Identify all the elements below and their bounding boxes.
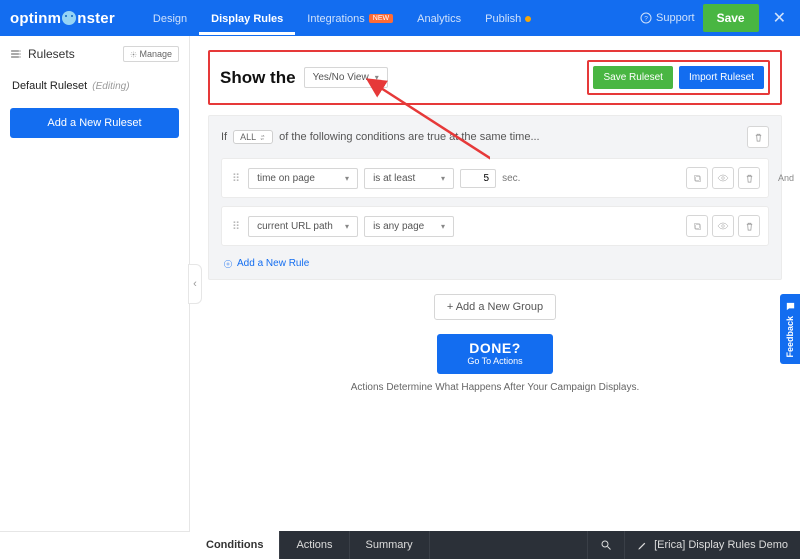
logo: optinmnster — [8, 10, 115, 27]
and-label: And — [778, 173, 794, 183]
plus-circle-icon — [223, 259, 233, 269]
eye-icon — [717, 220, 729, 232]
rule1-field-select[interactable]: time on page▾ — [248, 168, 358, 189]
new-badge: NEW — [369, 14, 393, 23]
bottom-tab-conditions[interactable]: Conditions — [190, 531, 280, 559]
bottom-tab-actions[interactable]: Actions — [280, 531, 349, 559]
if-label: If — [221, 131, 227, 143]
save-ruleset-button[interactable]: Save Ruleset — [593, 66, 672, 89]
sidebar-collapse-handle[interactable]: ‹ — [188, 264, 202, 304]
tab-analytics[interactable]: Analytics — [405, 3, 473, 34]
tab-publish[interactable]: Publish — [473, 3, 543, 34]
rule-row-1: ⠿ time on page▾ is at least▾ sec. And — [221, 158, 769, 198]
condition-group: If ALL of the following conditions are t… — [208, 115, 782, 280]
seconds-label: sec. — [502, 173, 520, 184]
feedback-tab[interactable]: Feedback — [780, 294, 800, 364]
rule1-copy-button[interactable] — [686, 167, 708, 189]
support-link[interactable]: ? Support — [640, 12, 695, 24]
copy-icon — [692, 173, 703, 184]
actions-help-text: Actions Determine What Happens After You… — [208, 382, 782, 393]
trash-icon — [753, 132, 764, 143]
pencil-icon — [637, 540, 648, 551]
bottom-campaign-name[interactable]: [Erica] Display Rules Demo — [624, 531, 800, 559]
rule2-copy-button[interactable] — [686, 215, 708, 237]
rule2-delete-button[interactable] — [738, 215, 760, 237]
chevron-down-icon: ▾ — [375, 73, 379, 82]
rule-row-2: ⠿ current URL path▾ is any page▾ — [221, 206, 769, 246]
top-nav: optinmnster Design Display Rules Integra… — [0, 0, 800, 36]
tab-design[interactable]: Design — [141, 3, 199, 34]
bottom-bar: Conditions Actions Summary [Erica] Displ… — [0, 531, 800, 559]
tab-display-rules[interactable]: Display Rules — [199, 3, 295, 34]
add-group-button[interactable]: + Add a New Group — [434, 294, 556, 320]
group-sentence: of the following conditions are true at … — [279, 131, 539, 143]
rule-header: Show the Yes/No View▾ Save Ruleset Impor… — [208, 50, 782, 105]
tab-integrations[interactable]: IntegrationsNEW — [295, 3, 405, 34]
show-the-heading: Show the — [220, 68, 296, 88]
done-button[interactable]: DONE? Go To Actions — [437, 334, 552, 374]
bottom-tab-summary[interactable]: Summary — [350, 531, 430, 559]
trash-icon — [744, 173, 755, 184]
eye-icon — [717, 172, 729, 184]
logo-face-icon — [62, 11, 76, 25]
bottom-search-button[interactable] — [587, 531, 624, 559]
sidebar-title: Rulesets — [10, 47, 75, 61]
svg-text:?: ? — [644, 16, 648, 23]
add-ruleset-button[interactable]: Add a New Ruleset — [10, 108, 179, 138]
drag-handle-icon[interactable]: ⠿ — [230, 220, 242, 233]
rulesets-icon — [10, 48, 22, 60]
trash-icon — [744, 221, 755, 232]
rule2-preview-button[interactable] — [712, 215, 734, 237]
sidebar-item-default[interactable]: Default Ruleset (Editing) — [10, 76, 179, 108]
rule1-preview-button[interactable] — [712, 167, 734, 189]
rule1-delete-button[interactable] — [738, 167, 760, 189]
ruleset-action-buttons: Save Ruleset Import Ruleset — [587, 60, 770, 95]
main-panel: Show the Yes/No View▾ Save Ruleset Impor… — [190, 36, 800, 531]
search-icon — [600, 539, 612, 551]
all-any-toggle[interactable]: ALL — [233, 130, 273, 144]
manage-button[interactable]: Manage — [123, 46, 179, 62]
rule2-field-select[interactable]: current URL path▾ — [248, 216, 358, 237]
rule2-operator-select[interactable]: is any page▾ — [364, 216, 454, 237]
drag-handle-icon[interactable]: ⠿ — [230, 172, 242, 185]
publish-status-dot-icon — [525, 16, 531, 22]
swap-icon — [259, 134, 266, 141]
add-rule-link[interactable]: Add a New Rule — [221, 254, 309, 275]
sidebar: Rulesets Manage Default Ruleset (Editing… — [0, 36, 190, 531]
rule1-value-input[interactable] — [460, 169, 496, 188]
gear-icon — [130, 51, 137, 58]
import-ruleset-button[interactable]: Import Ruleset — [679, 66, 764, 89]
close-button[interactable]: ✕ — [767, 8, 792, 28]
view-select[interactable]: Yes/No View▾ — [304, 67, 388, 88]
delete-group-button[interactable] — [747, 126, 769, 148]
help-icon: ? — [640, 12, 652, 24]
nav-tabs: Design Display Rules IntegrationsNEW Ana… — [141, 3, 543, 34]
rule1-operator-select[interactable]: is at least▾ — [364, 168, 454, 189]
copy-icon — [692, 221, 703, 232]
editing-label: (Editing) — [92, 81, 129, 92]
save-button[interactable]: Save — [703, 4, 759, 32]
chat-icon — [785, 301, 796, 312]
